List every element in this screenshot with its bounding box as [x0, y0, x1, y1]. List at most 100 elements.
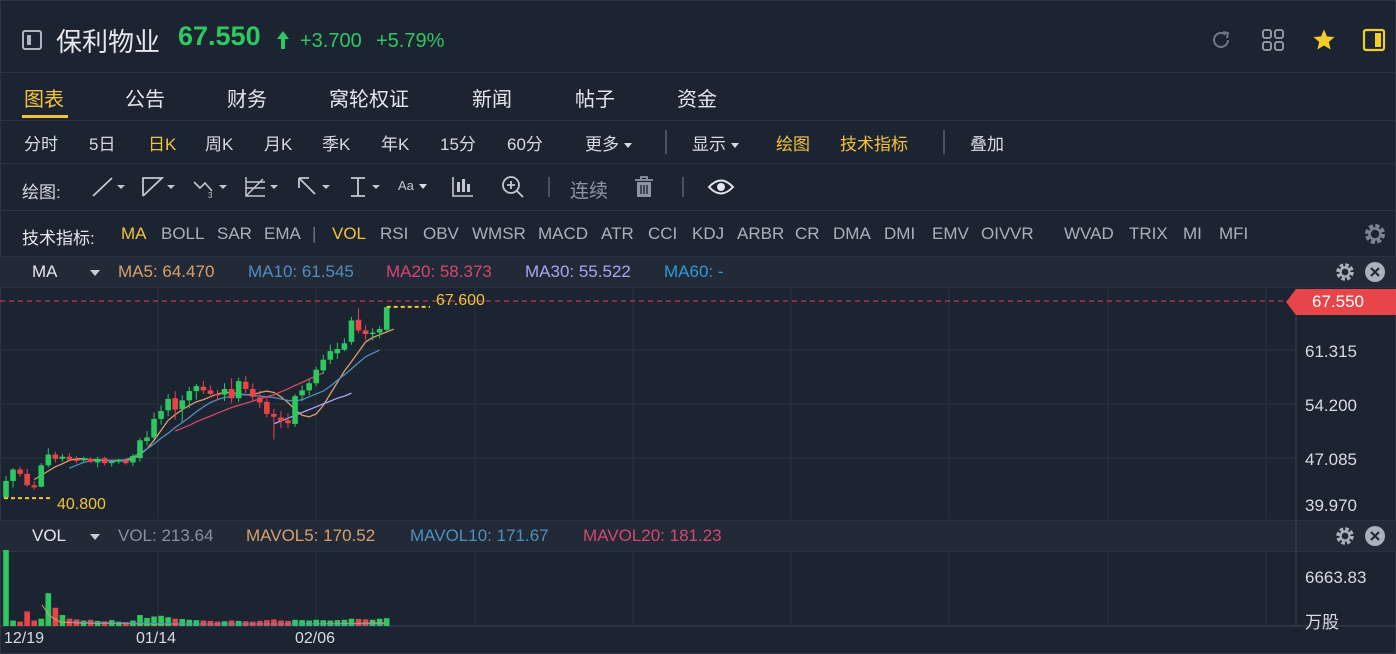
candle-body [327, 351, 334, 360]
volume-bar [235, 620, 242, 626]
y-tick-label: 61.315 [1305, 342, 1357, 361]
volume-bar [285, 620, 291, 626]
candle-body [108, 461, 115, 464]
candle-body [3, 480, 9, 498]
candle-body [186, 391, 193, 401]
candle-body [341, 343, 348, 350]
candle-body [355, 319, 362, 331]
candle-body [59, 456, 66, 459]
mavol5-line [41, 604, 386, 625]
volume-bar [172, 618, 178, 626]
candle-body [383, 307, 390, 330]
candle-body [257, 397, 263, 403]
volume-bar [264, 620, 270, 626]
x-tick-label: 01/14 [136, 630, 177, 647]
volume-bar [45, 593, 52, 626]
low-marker-label: 40.800 [57, 496, 106, 513]
candle-body [348, 320, 355, 342]
candle-body [137, 440, 143, 459]
volume-bar [341, 619, 348, 626]
volume-bar [179, 619, 186, 626]
candle-body [292, 396, 298, 424]
candle-body [221, 388, 228, 395]
volume-bar [376, 618, 383, 626]
ma-line-ma30 [273, 392, 352, 425]
candle-body [235, 381, 242, 399]
candle-body [31, 485, 37, 488]
x-tick-label: 02/06 [295, 630, 336, 647]
candle-body [362, 330, 369, 335]
volume-bar [313, 619, 319, 626]
volume-bar [306, 620, 312, 626]
y-tick-label: 54.200 [1305, 396, 1357, 415]
volume-bar [10, 620, 16, 626]
volume-bar [59, 615, 66, 626]
candle-body [264, 401, 270, 414]
candle-body [334, 349, 341, 354]
candle-body [376, 329, 383, 333]
volume-bar [292, 619, 298, 626]
volume-bar [165, 617, 171, 626]
volume-bar [186, 619, 193, 626]
candle-body [313, 369, 319, 384]
candle-body [320, 359, 327, 371]
candle-body [306, 383, 312, 391]
candle-body [123, 460, 129, 464]
volume-bar [228, 620, 235, 626]
candle-body [214, 393, 221, 396]
candle-body [45, 454, 52, 466]
volume-bar [271, 619, 277, 626]
volume-bar [144, 617, 150, 626]
candle-body [52, 454, 59, 459]
volume-bar [348, 618, 355, 626]
candle-body [66, 456, 73, 460]
candle-body [144, 437, 150, 442]
high-marker-label: 67.600 [436, 292, 485, 309]
volume-bar [207, 620, 214, 626]
volume-bar [38, 618, 45, 626]
candle-body [271, 413, 277, 417]
volume-bar [320, 620, 327, 626]
volume-bar [278, 620, 284, 626]
candle-body [369, 332, 376, 335]
candle-body [38, 465, 45, 487]
volume-bar [193, 620, 200, 626]
candlestick-chart[interactable] [0, 0, 1396, 654]
candle-body [228, 388, 235, 399]
candle-body [200, 386, 207, 391]
candle-body [278, 417, 284, 422]
ma-line-ma10 [69, 349, 380, 469]
candle-body [24, 473, 30, 486]
vol-unit-label: 万股 [1305, 613, 1339, 632]
volume-bar [24, 611, 30, 626]
candle-body [101, 458, 108, 464]
current-price-tag: 67.550 [1286, 289, 1396, 315]
candle-body [130, 455, 136, 463]
candle-body [285, 420, 291, 424]
volume-bar [31, 620, 37, 626]
volume-bar [200, 620, 207, 626]
volume-bar [383, 618, 390, 626]
candle-body [94, 458, 101, 463]
candle-body [193, 386, 200, 392]
candle-body [299, 390, 305, 396]
volume-bar [257, 620, 263, 626]
candle-body [242, 381, 249, 389]
y-tick-label: 47.085 [1305, 450, 1357, 469]
vol-max-label: 6663.83 [1305, 568, 1367, 587]
candle-body [10, 469, 16, 481]
y-tick-label: 39.970 [1305, 496, 1357, 515]
volume-bar [52, 607, 59, 626]
candle-body [158, 411, 164, 419]
candle-body [73, 459, 80, 461]
volume-bar [299, 620, 305, 626]
volume-bar [3, 550, 9, 626]
volume-bar [355, 619, 362, 626]
candle-body [17, 469, 23, 474]
candle-body [87, 458, 94, 462]
x-tick-label: 12/19 [4, 630, 45, 647]
volume-bar [151, 616, 157, 626]
candle-body [172, 398, 178, 410]
candle-body [116, 459, 122, 462]
candle-body [207, 390, 214, 394]
